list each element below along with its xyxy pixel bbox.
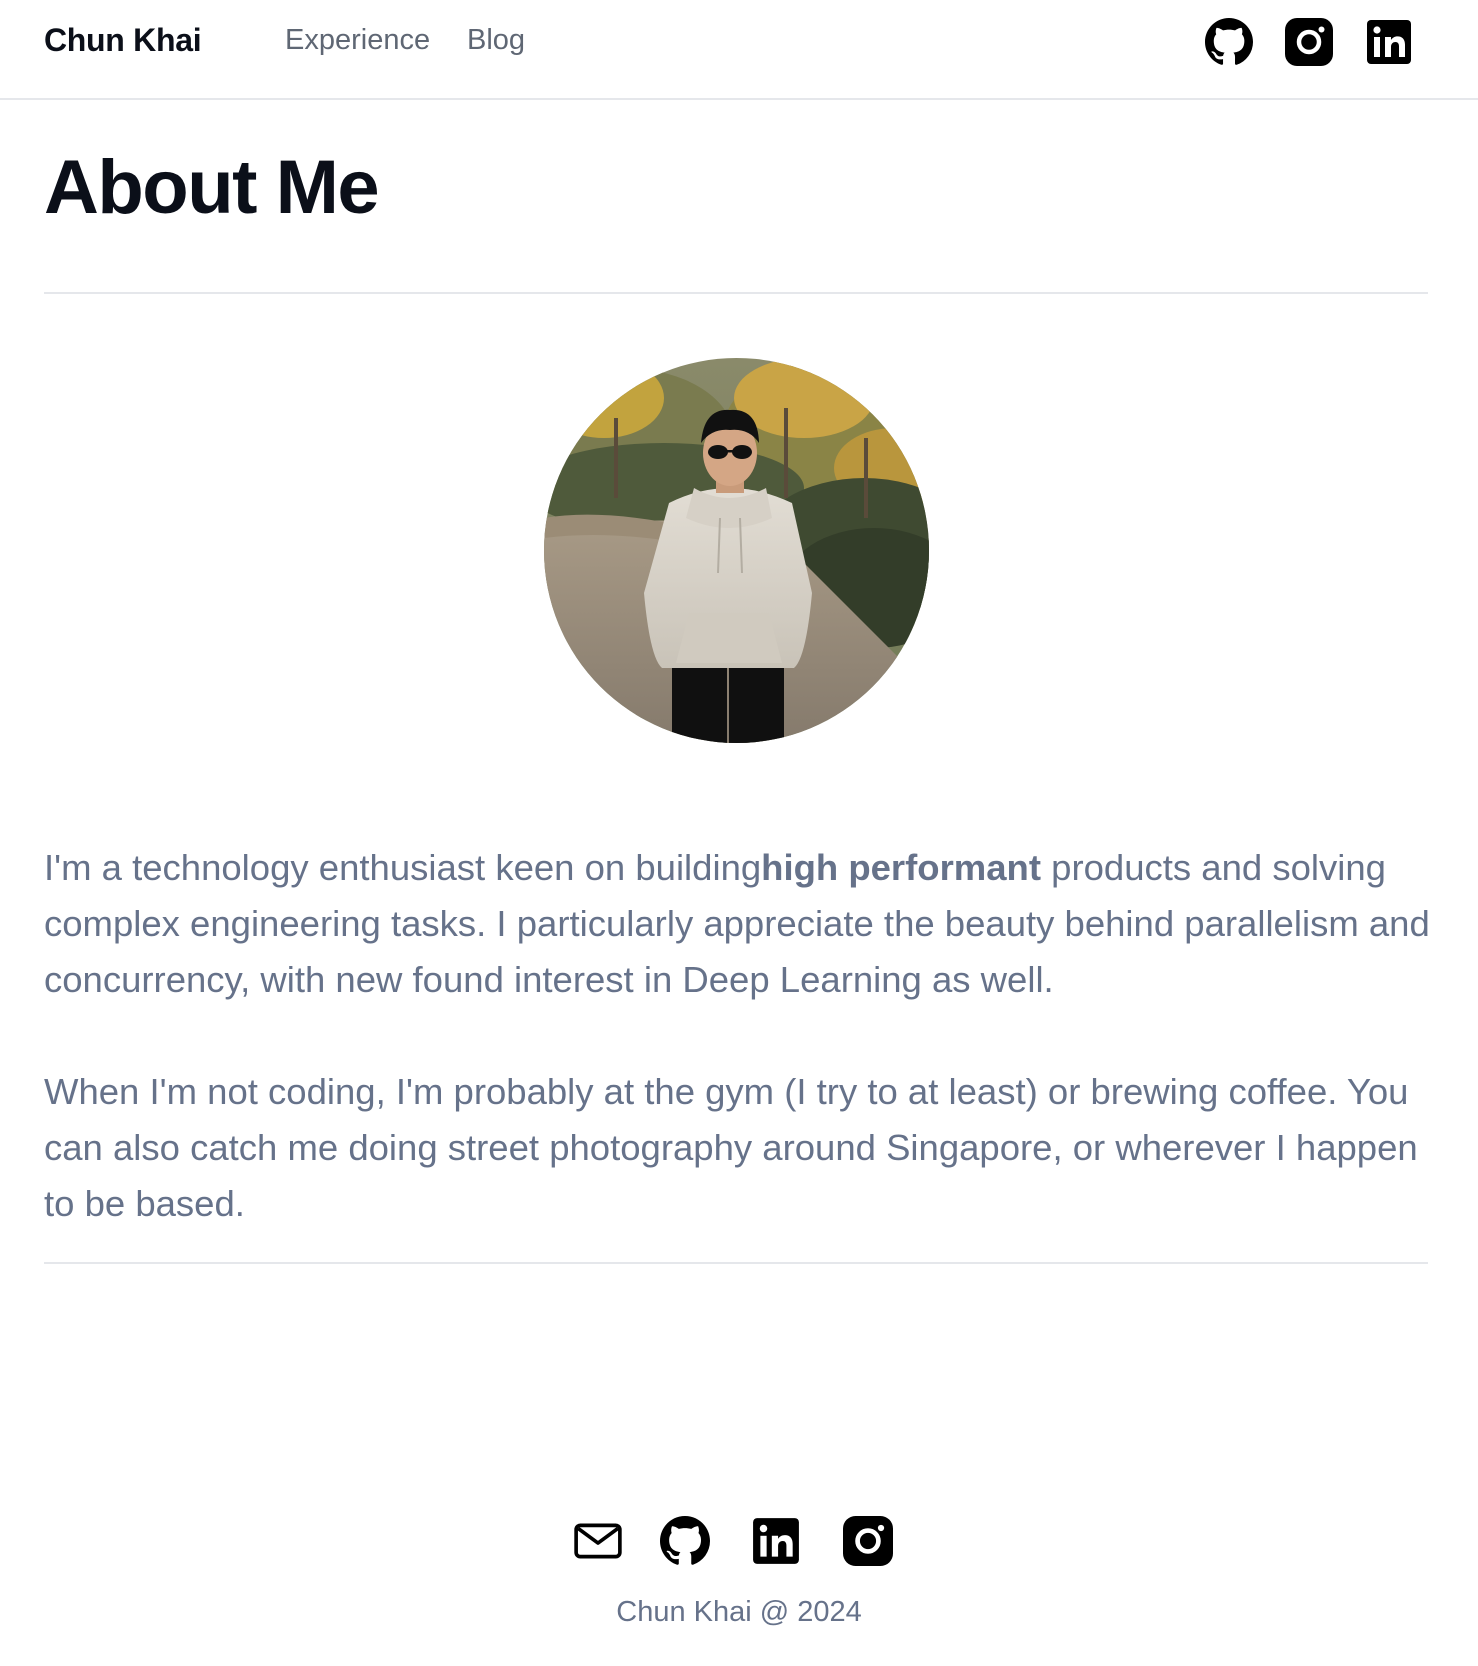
linkedin-icon[interactable] bbox=[751, 1516, 801, 1566]
page-title: About Me bbox=[44, 145, 380, 230]
bio-paragraph-1: I'm a technology enthusiast keen on buil… bbox=[44, 840, 1434, 1008]
brand-link[interactable]: Chun Khai bbox=[44, 22, 202, 59]
github-icon[interactable] bbox=[1205, 18, 1253, 66]
nav-link-experience[interactable]: Experience bbox=[285, 24, 430, 57]
nav-link-blog[interactable]: Blog bbox=[467, 24, 525, 57]
github-icon[interactable] bbox=[660, 1516, 710, 1566]
mail-icon[interactable] bbox=[573, 1516, 623, 1566]
bio-text: I'm a technology enthusiast keen on buil… bbox=[44, 840, 1434, 1232]
bio-p1-emphasis: high performant bbox=[761, 847, 1041, 888]
top-navbar: Chun Khai Experience Blog bbox=[0, 0, 1478, 100]
section-divider bbox=[44, 1262, 1428, 1264]
profile-photo bbox=[544, 358, 929, 743]
footer-copyright: Chun Khai @ 2024 bbox=[616, 1596, 862, 1628]
linkedin-icon[interactable] bbox=[1365, 18, 1413, 66]
bio-p1-start: I'm a technology enthusiast keen on buil… bbox=[44, 847, 762, 888]
instagram-icon[interactable] bbox=[843, 1516, 893, 1566]
section-divider bbox=[44, 292, 1428, 294]
footer-social-links bbox=[0, 1516, 1478, 1568]
instagram-icon[interactable] bbox=[1285, 18, 1333, 66]
bio-paragraph-2: When I'm not coding, I'm probably at the… bbox=[44, 1071, 1418, 1224]
